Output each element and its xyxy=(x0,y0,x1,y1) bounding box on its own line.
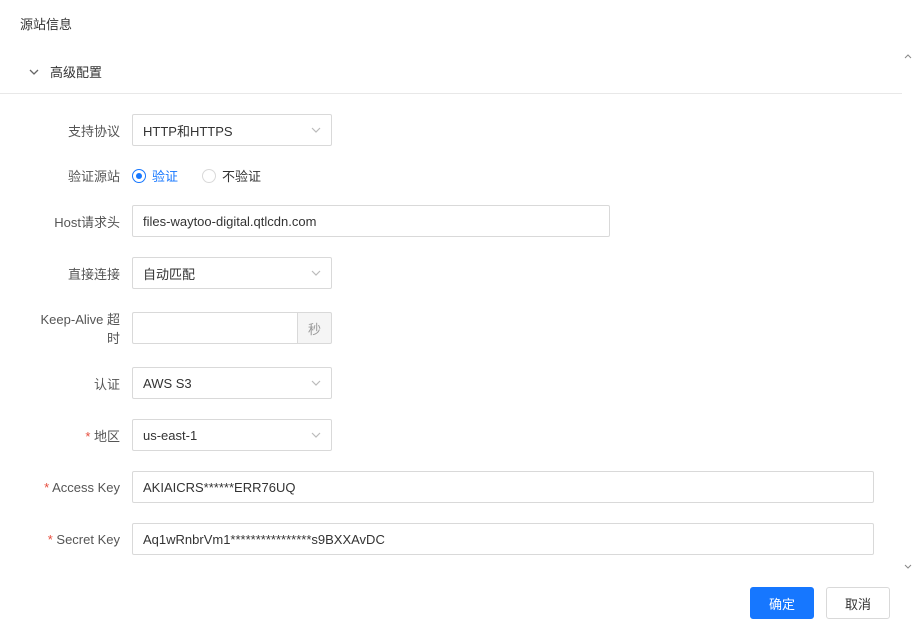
verify-label: 验证源站 xyxy=(28,166,132,185)
host-label: Host请求头 xyxy=(28,212,132,231)
confirm-button[interactable]: 确定 xyxy=(750,587,814,619)
chevron-down-icon xyxy=(311,378,321,388)
access-key-input[interactable] xyxy=(132,471,874,503)
auth-label: 认证 xyxy=(28,374,132,393)
region-value: us-east-1 xyxy=(143,428,197,443)
section-title: 高级配置 xyxy=(50,62,102,81)
radio-checked-icon xyxy=(132,169,146,183)
verify-yes-label: 验证 xyxy=(152,166,178,185)
keepalive-suffix: 秒 xyxy=(297,312,332,344)
scroll-down-icon[interactable] xyxy=(903,561,913,571)
scroll-up-icon[interactable] xyxy=(903,52,913,62)
scrollbar[interactable] xyxy=(904,50,912,573)
cancel-button[interactable]: 取消 xyxy=(826,587,890,619)
region-select[interactable]: us-east-1 xyxy=(132,419,332,451)
verify-radio-no[interactable]: 不验证 xyxy=(202,166,261,185)
chevron-down-icon xyxy=(311,430,321,440)
content-area: 高级配置 支持协议 HTTP和HTTPS 验证源站 验证 xyxy=(0,50,914,573)
dialog-title: 源站信息 xyxy=(0,0,914,47)
protocol-label: 支持协议 xyxy=(28,121,132,140)
chevron-down-icon xyxy=(311,268,321,278)
chevron-down-icon xyxy=(28,66,40,78)
section-advanced-config[interactable]: 高级配置 xyxy=(0,50,902,94)
direct-label: 直接连接 xyxy=(28,264,132,283)
direct-select[interactable]: 自动匹配 xyxy=(132,257,332,289)
verify-no-label: 不验证 xyxy=(222,166,261,185)
keepalive-input[interactable] xyxy=(132,312,297,344)
protocol-value: HTTP和HTTPS xyxy=(143,121,233,140)
radio-unchecked-icon xyxy=(202,169,216,183)
access-key-label: Access Key xyxy=(28,480,132,495)
secret-key-label: Secret Key xyxy=(28,532,132,547)
host-input[interactable] xyxy=(132,205,610,237)
direct-value: 自动匹配 xyxy=(143,264,195,283)
protocol-select[interactable]: HTTP和HTTPS xyxy=(132,114,332,146)
secret-key-input[interactable] xyxy=(132,523,874,555)
auth-select[interactable]: AWS S3 xyxy=(132,367,332,399)
footer: 确定 取消 xyxy=(0,573,914,633)
auth-value: AWS S3 xyxy=(143,376,192,391)
verify-radio-yes[interactable]: 验证 xyxy=(132,166,178,185)
chevron-down-icon xyxy=(311,125,321,135)
keepalive-label: Keep-Alive 超时 xyxy=(28,309,132,347)
region-label: 地区 xyxy=(28,426,132,445)
form-body: 支持协议 HTTP和HTTPS 验证源站 验证 xyxy=(0,94,902,555)
